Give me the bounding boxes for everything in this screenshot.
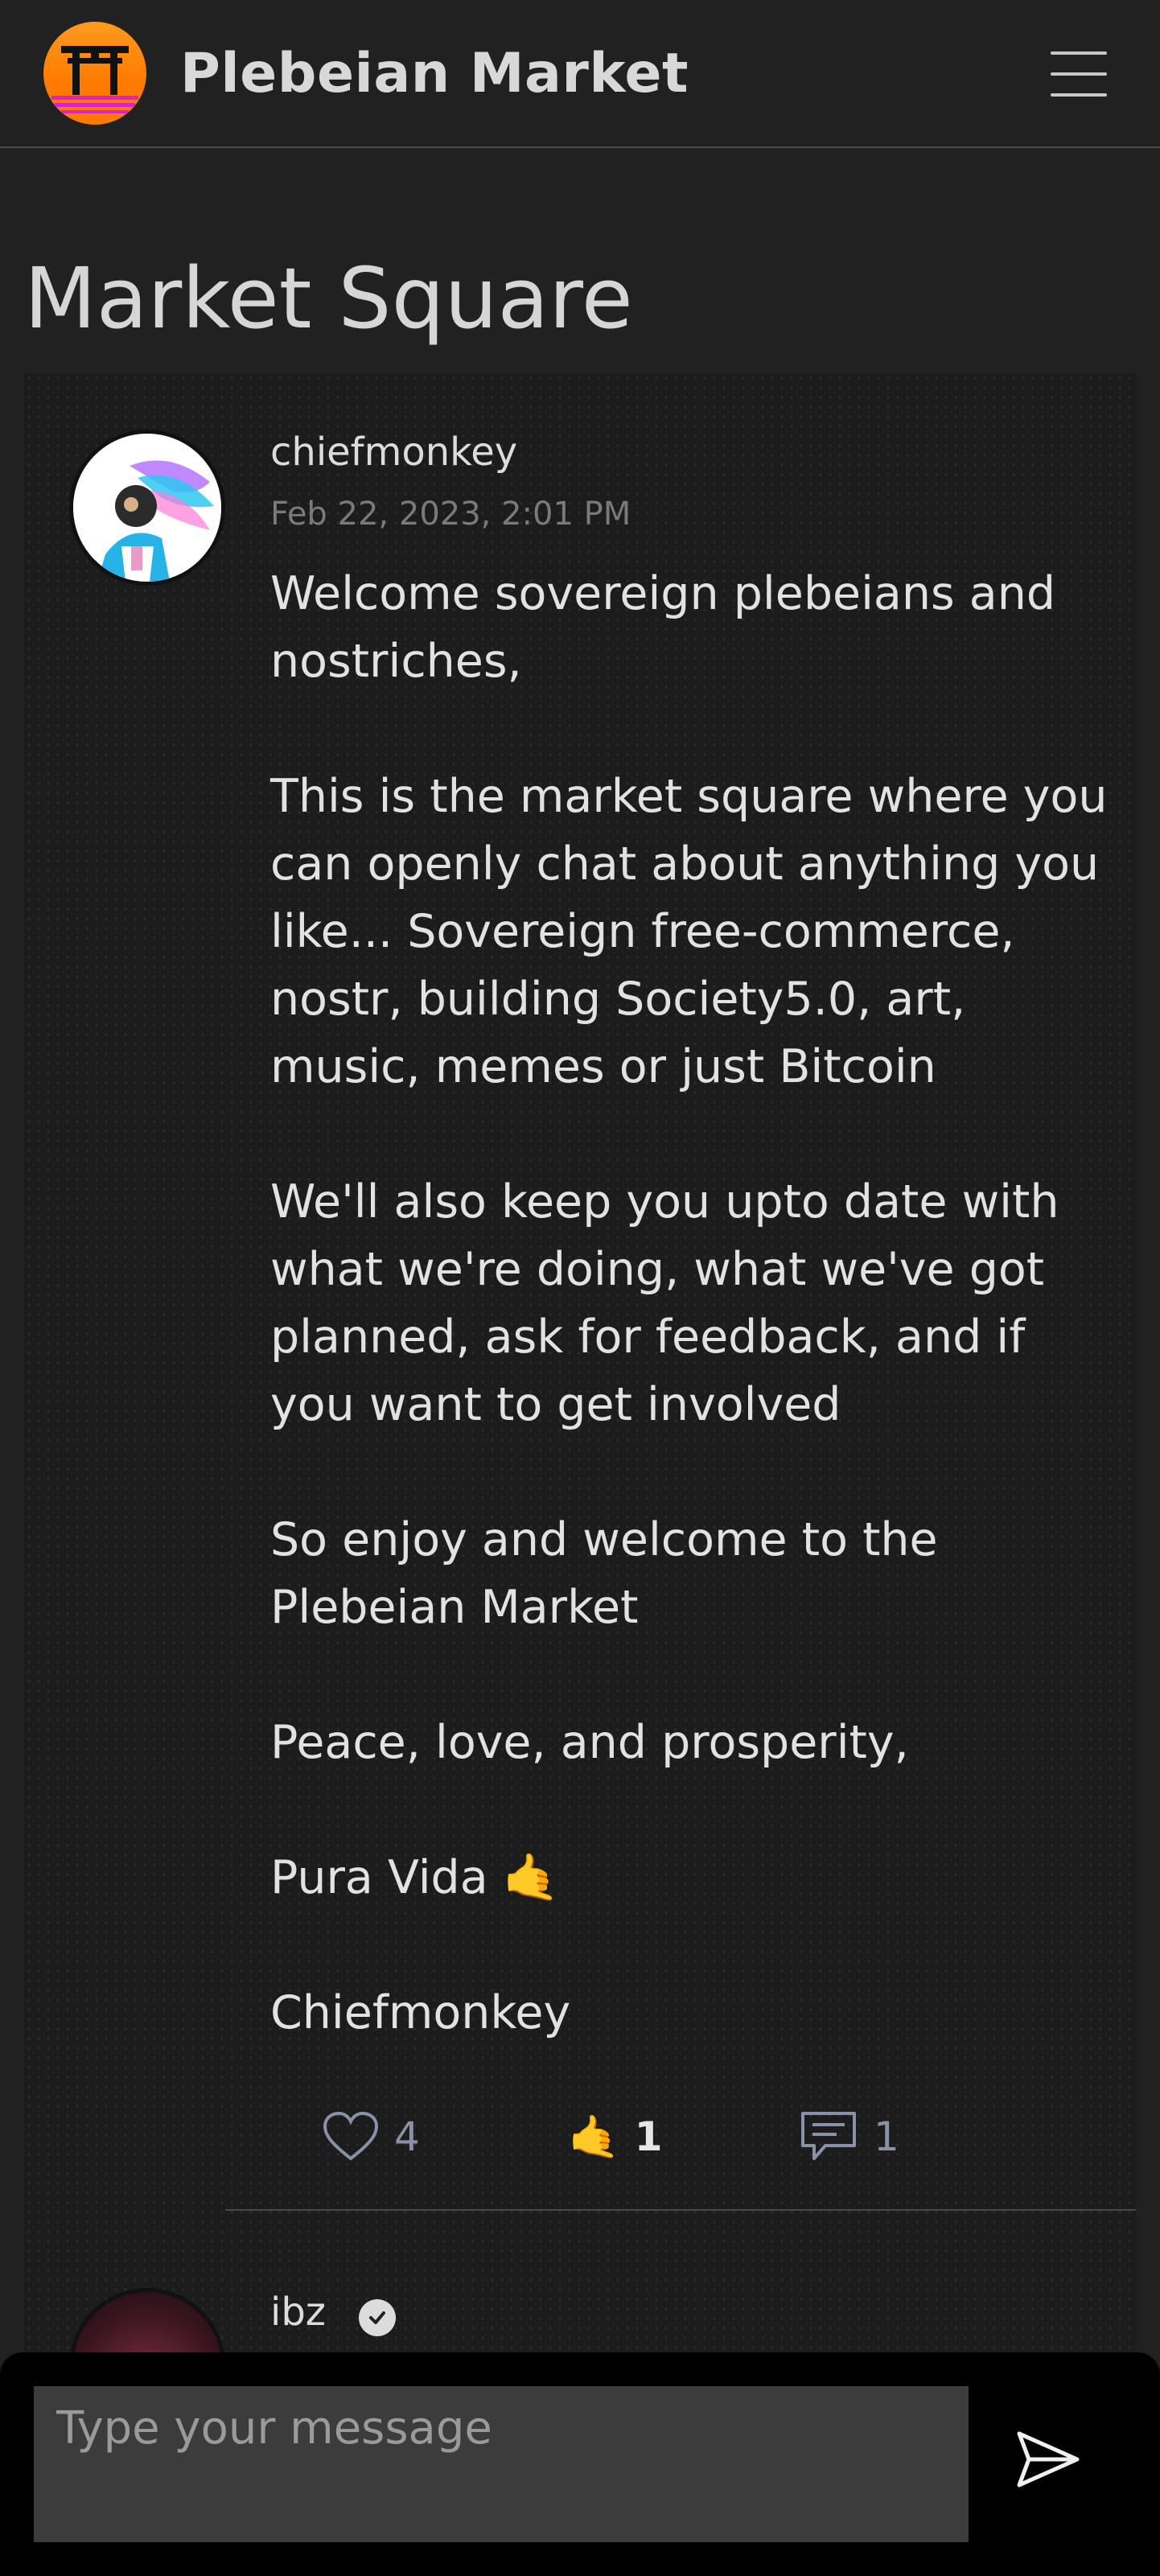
send-arrow-icon[interactable] — [1004, 2415, 1092, 2504]
like-button[interactable]: 4 — [322, 2097, 420, 2177]
post-paragraph: Pura Vida 🤙 — [270, 1851, 560, 1904]
post-body: Welcome sovereign plebeians and nostrich… — [270, 560, 1115, 2047]
post-paragraph: So enjoy and welcome to the Plebeian Mar… — [270, 1513, 938, 1634]
hamburger-menu-icon[interactable] — [1051, 51, 1107, 97]
post-paragraph: Chiefmonkey — [270, 1986, 571, 2039]
post-paragraph: This is the market square where you can … — [270, 770, 1108, 1093]
top-header: Plebeian Market — [0, 0, 1160, 148]
like-count: 4 — [394, 2113, 420, 2160]
heart-icon — [323, 2111, 379, 2161]
page-title: Market Square — [24, 249, 633, 348]
post-paragraph: We'll also keep you upto date with what … — [270, 1175, 1059, 1431]
message-input[interactable] — [34, 2386, 969, 2542]
shaka-reaction-button[interactable]: 🤙 1 — [568, 2097, 663, 2177]
post-author[interactable]: ibz — [270, 2290, 326, 2335]
message-composer — [0, 2352, 1160, 2576]
post-paragraph: Peace, love, and prosperity, — [270, 1716, 909, 1769]
post-timestamp: Feb 22, 2023, 2:01 PM — [270, 496, 631, 533]
shaka-emoji-icon: 🤙 — [568, 2113, 620, 2162]
app-page: Plebeian Market Market Square chiefmonke… — [0, 0, 1160, 2576]
shaka-count: 1 — [634, 2113, 663, 2160]
post-author[interactable]: chiefmonkey — [270, 430, 517, 475]
reply-button[interactable]: 1 — [798, 2097, 899, 2177]
torii-gate-icon[interactable] — [43, 22, 146, 125]
comment-icon — [801, 2112, 856, 2160]
reply-count: 1 — [874, 2113, 899, 2160]
avatar[interactable] — [69, 430, 225, 586]
avatar[interactable] — [69, 2288, 225, 2360]
brand-title[interactable]: Plebeian Market — [180, 42, 689, 105]
message-feed[interactable]: chiefmonkey Feb 22, 2023, 2:01 PM Welcom… — [24, 373, 1136, 2360]
post-paragraph: Welcome sovereign plebeians and nostrich… — [270, 567, 1056, 688]
post-divider — [225, 2209, 1136, 2211]
verified-check-icon — [359, 2299, 396, 2336]
reaction-bar: 4 🤙 1 1 — [24, 2097, 1136, 2177]
